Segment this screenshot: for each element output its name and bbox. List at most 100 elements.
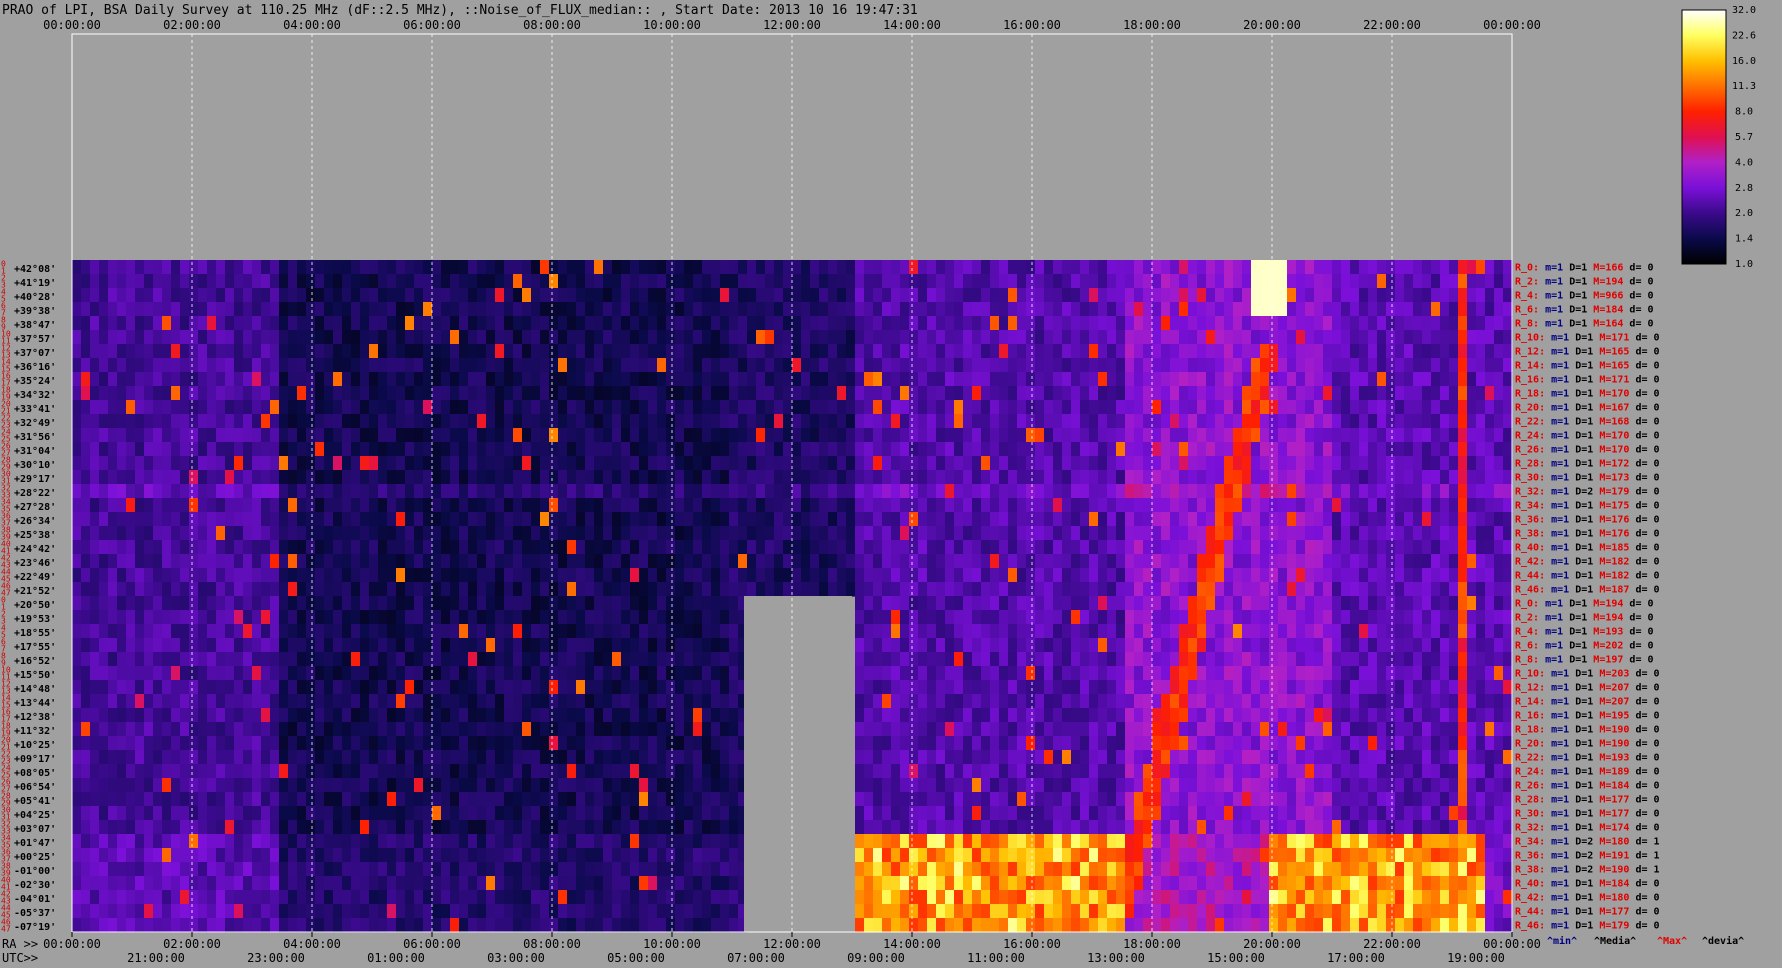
- heatmap-cell: [126, 666, 136, 681]
- heatmap-cell: [729, 666, 739, 681]
- heatmap-cell: [846, 358, 856, 373]
- heatmap-cell: [1053, 260, 1063, 275]
- heatmap-cell: [1062, 694, 1072, 709]
- heatmap-cell: [459, 274, 469, 289]
- heatmap-cell: [1206, 680, 1216, 695]
- heatmap-cell: [927, 456, 937, 471]
- heatmap-cell: [270, 442, 280, 457]
- heatmap-cell: [630, 344, 640, 359]
- heatmap-cell: [369, 694, 379, 709]
- heatmap-cell: [621, 512, 631, 527]
- heatmap-cell: [1260, 302, 1270, 317]
- heatmap-cell: [306, 582, 316, 597]
- heatmap-cell: [621, 540, 631, 555]
- heatmap-cell: [405, 512, 415, 527]
- heatmap-cell: [432, 638, 442, 653]
- heatmap-cell: [99, 456, 109, 471]
- heatmap-cell: [720, 386, 730, 401]
- heatmap-cell: [1224, 484, 1234, 499]
- heatmap-cell: [1143, 470, 1153, 485]
- heatmap-cell: [315, 386, 325, 401]
- heatmap-cell: [198, 316, 208, 331]
- heatmap-cell: [810, 400, 820, 415]
- heatmap-cell: [1152, 400, 1162, 415]
- heatmap-cell: [252, 344, 262, 359]
- heatmap-cell: [1296, 358, 1306, 373]
- heatmap-cell: [1332, 414, 1342, 429]
- heatmap-cell: [1062, 386, 1072, 401]
- heatmap-cell: [333, 624, 343, 639]
- heatmap-cell: [351, 456, 361, 471]
- heatmap-cell: [1350, 400, 1360, 415]
- heatmap-cell: [783, 428, 793, 443]
- heatmap-cell: [1332, 624, 1342, 639]
- heatmap-cell: [378, 428, 388, 443]
- heatmap-cell: [99, 582, 109, 597]
- heatmap-cell: [324, 386, 334, 401]
- heatmap-cell: [1494, 316, 1504, 331]
- heatmap-cell: [369, 316, 379, 331]
- heatmap-cell: [279, 694, 289, 709]
- heatmap-cell: [945, 568, 955, 583]
- heatmap-cell: [1341, 484, 1351, 499]
- heatmap-cell: [792, 554, 802, 569]
- heatmap-cell: [342, 610, 352, 625]
- heatmap-cell: [477, 372, 487, 387]
- heatmap-cell: [1395, 428, 1405, 443]
- heatmap-cell: [882, 484, 892, 499]
- heatmap-cell: [1017, 512, 1027, 527]
- heatmap-cell: [234, 386, 244, 401]
- heatmap-cell: [279, 526, 289, 541]
- heatmap-cell: [891, 484, 901, 499]
- heatmap-cell: [1116, 652, 1126, 667]
- heatmap-cell: [1296, 456, 1306, 471]
- heatmap-cell: [288, 316, 298, 331]
- heatmap-cell: [999, 596, 1009, 611]
- heatmap-cell: [1017, 610, 1027, 625]
- heatmap-cell: [810, 330, 820, 345]
- heatmap-cell: [711, 484, 721, 499]
- heatmap-cell: [135, 540, 145, 555]
- heatmap-cell: [792, 526, 802, 541]
- heatmap-cell: [333, 610, 343, 625]
- heatmap-cell: [396, 470, 406, 485]
- heatmap-cell: [81, 512, 91, 527]
- heatmap-cell: [837, 260, 847, 275]
- heatmap-cell: [828, 400, 838, 415]
- heatmap-cell: [225, 358, 235, 373]
- heatmap-cell: [162, 302, 172, 317]
- heatmap-cell: [630, 288, 640, 303]
- heatmap-cell: [297, 288, 307, 303]
- heatmap-cell: [999, 512, 1009, 527]
- heatmap-cell: [441, 554, 451, 569]
- heatmap-cell: [1251, 288, 1261, 303]
- heatmap-cell: [180, 582, 190, 597]
- heatmap-cell: [837, 400, 847, 415]
- heatmap-cell: [1107, 610, 1117, 625]
- heatmap-cell: [405, 358, 415, 373]
- heatmap-cell: [108, 456, 118, 471]
- heatmap-cell: [963, 568, 973, 583]
- heatmap-cell: [207, 568, 217, 583]
- heatmap-cell: [1431, 288, 1441, 303]
- heatmap-cell: [1188, 274, 1198, 289]
- heatmap-cell: [1350, 540, 1360, 555]
- heatmap-cell: [405, 400, 415, 415]
- heatmap-cell: [432, 358, 442, 373]
- heatmap-cell: [639, 372, 649, 387]
- heatmap-cell: [117, 624, 127, 639]
- heatmap-cell: [1467, 414, 1477, 429]
- survey-chart: PRAO of LPI, BSA Daily Survey at 110.25 …: [0, 0, 1782, 968]
- heatmap-cell: [729, 484, 739, 499]
- heatmap-cell: [477, 596, 487, 611]
- heatmap-cell: [576, 484, 586, 499]
- heatmap-cell: [999, 498, 1009, 513]
- heatmap-cell: [567, 694, 577, 709]
- heatmap-cell: [783, 330, 793, 345]
- heatmap-cell: [747, 456, 757, 471]
- heatmap-cell: [990, 442, 1000, 457]
- heatmap-cell: [1458, 400, 1468, 415]
- heatmap-cell: [387, 624, 397, 639]
- heatmap-cell: [1242, 260, 1252, 275]
- heatmap-cell: [1377, 400, 1387, 415]
